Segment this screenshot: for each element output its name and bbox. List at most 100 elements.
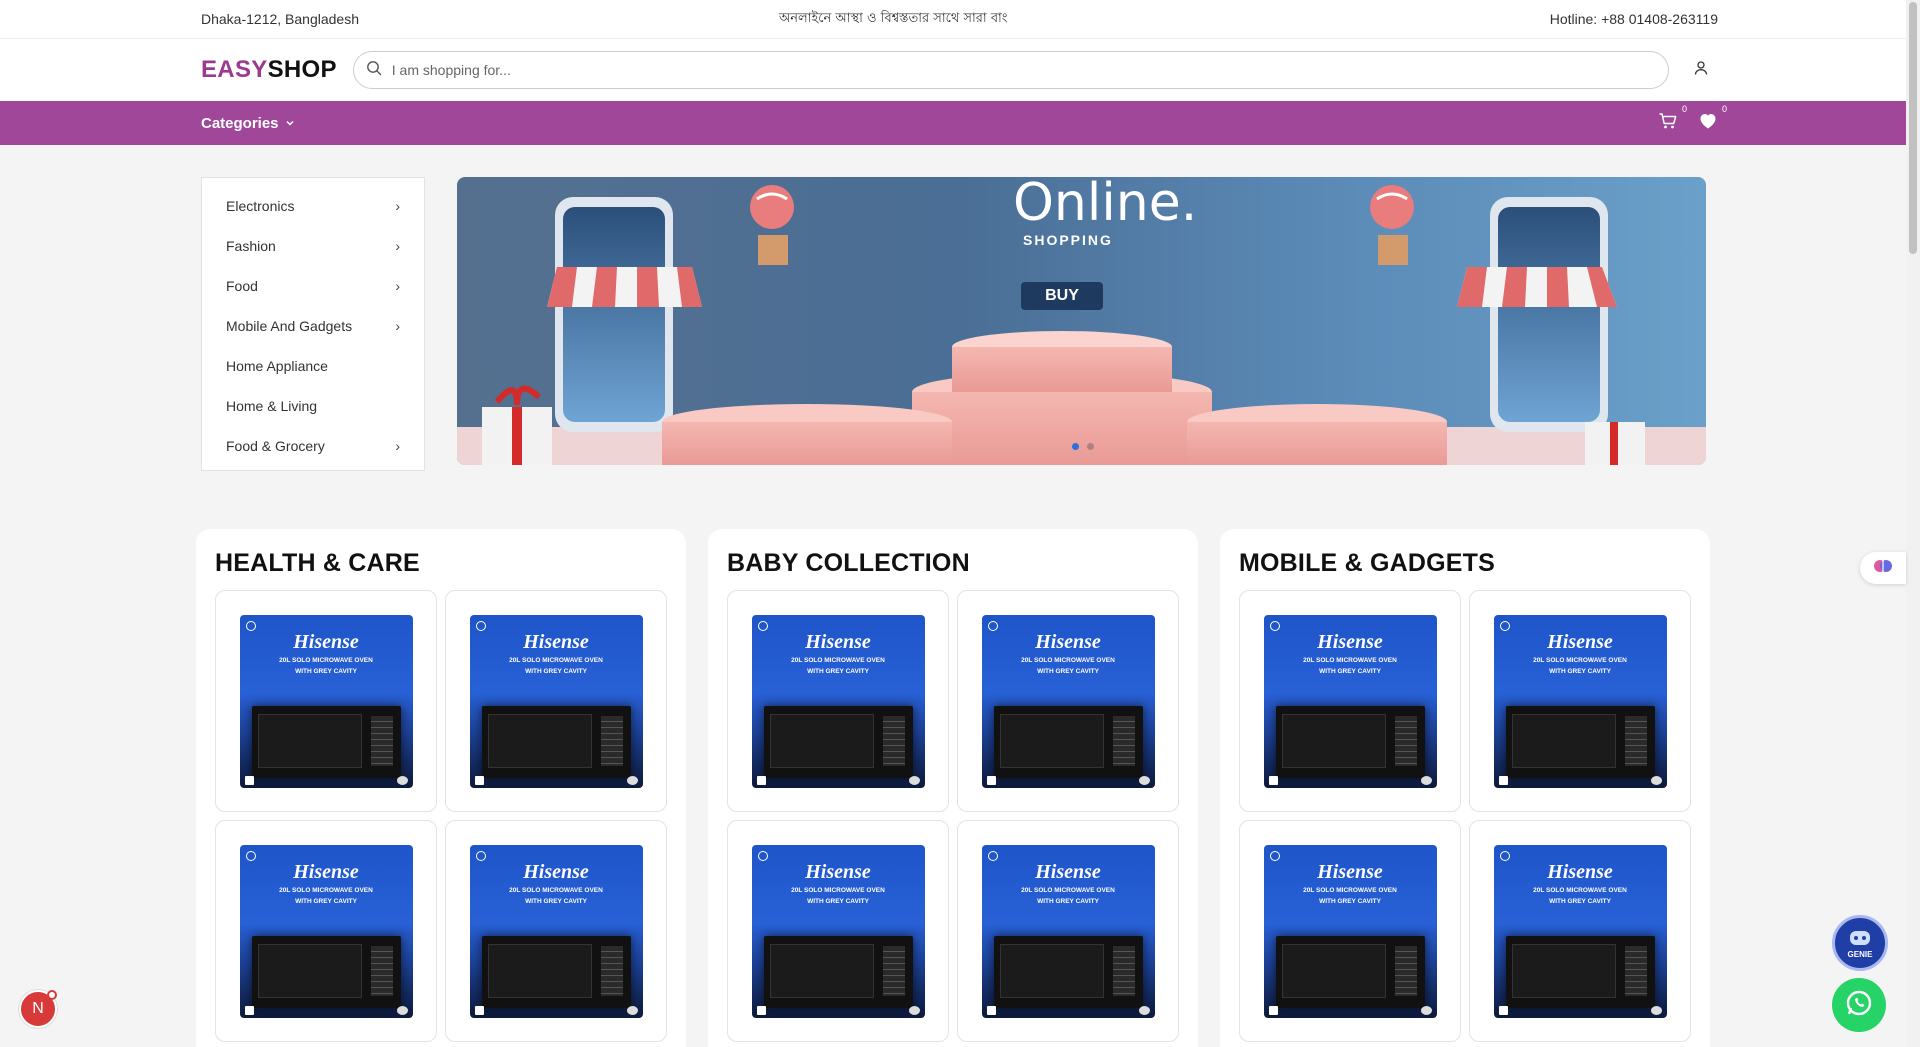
warranty-badge-icon [244,1005,254,1015]
chevron-right-icon: › [395,198,400,214]
product-desc-line2: WITH GREY CAVITY [525,897,587,905]
sidebar-item-label: Fashion [226,238,276,254]
product-card[interactable]: Hisense 20L SOLO MICROWAVE OVEN WITH GREY … [957,590,1179,812]
certification-badge-icon [396,775,408,785]
brand-mark-icon [245,850,256,861]
product-card[interactable]: Hisense 20L SOLO MICROWAVE OVEN WITH GREY … [1469,820,1691,1042]
wishlist-button[interactable]: 0 [1697,104,1727,136]
search-icon [366,60,382,81]
warranty-badge-icon [1498,775,1508,785]
sidebar-item-mobile-gadgets[interactable]: Mobile And Gadgets › [202,306,424,346]
product-card[interactable]: Hisense 20L SOLO MICROWAVE OVEN WITH GREY … [1469,590,1691,812]
banner-cta-button[interactable]: BUY [1021,287,1103,305]
site-logo[interactable]: EASYSHOP [201,56,337,84]
carousel-dot[interactable] [1087,443,1094,450]
carousel-dot-active[interactable] [1072,443,1079,450]
product-desc-line2: WITH GREY CAVITY [807,897,869,905]
heart-icon [1698,111,1718,136]
product-section: MOBILE & GADGETS Hisense 20L SOLO MICROWAV… [1220,529,1710,1047]
search-input[interactable] [391,62,1656,78]
certification-badge-icon [1650,775,1662,785]
sidebar-item-food-grocery[interactable]: Food & Grocery › [202,426,424,466]
page-scrollbar[interactable] [1906,0,1920,1047]
section-title: HEALTH & CARE [215,549,420,577]
genie-chat-button[interactable]: GENIE [1832,915,1888,971]
microwave-graphic [1275,935,1425,1008]
product-desc-line2: WITH GREY CAVITY [807,667,869,675]
certification-badge-icon [626,1005,638,1015]
product-card[interactable]: Hisense 20L SOLO MICROWAVE OVEN WITH GREY … [445,820,667,1042]
scrollbar-thumb[interactable] [1909,2,1917,254]
notification-initial: N [32,1000,44,1017]
chevron-right-icon: › [395,318,400,334]
sidebar-item-home-living[interactable]: Home & Living [202,386,424,426]
sidebar-item-electronics[interactable]: Electronics › [202,186,424,226]
product-image: Hisense 20L SOLO MICROWAVE OVEN WITH GREY … [239,614,413,788]
robot-icon [1847,928,1873,950]
product-card[interactable]: Hisense 20L SOLO MICROWAVE OVEN WITH GREY … [215,590,437,812]
product-brand: Hisense [1547,860,1613,883]
microwave-graphic [993,935,1143,1008]
product-brand: Hisense [1547,630,1613,653]
product-desc-line2: WITH GREY CAVITY [525,667,587,675]
sidebar-item-label: Mobile And Gadgets [226,318,353,334]
sidebar-item-fashion[interactable]: Fashion › [202,226,424,266]
sidebar-item-home-appliance[interactable]: Home Appliance [202,346,424,386]
product-brand: Hisense [1035,630,1101,653]
notification-avatar[interactable]: N [19,990,57,1028]
product-desc-line1: 20L SOLO MICROWAVE OVEN [1533,656,1627,664]
product-desc-line1: 20L SOLO MICROWAVE OVEN [1021,656,1115,664]
logo-part-easy: EASY [201,56,268,83]
cart-count: 0 [1681,104,1687,114]
category-sidebar: Electronics › Fashion › Food › Mobile An… [201,177,425,471]
microwave-graphic [251,935,401,1008]
categories-label: Categories [201,114,279,132]
product-grid: Hisense 20L SOLO MICROWAVE OVEN WITH GREY … [1239,590,1691,1042]
product-brand: Hisense [1317,860,1383,883]
product-brand: Hisense [293,630,359,653]
hotline-text: Hotline: +88 01408-263119 [1549,11,1718,27]
whatsapp-button[interactable] [1832,978,1886,1032]
ai-assistant-tab[interactable] [1860,552,1906,584]
cart-button[interactable]: 0 [1657,104,1687,134]
product-image: Hisense 20L SOLO MICROWAVE OVEN WITH GREY … [1493,614,1667,788]
brand-mark-icon [1269,620,1280,631]
product-section: BABY COLLECTION Hisense 20L SOLO MICROWAVE… [708,529,1198,1047]
brand-mark-icon [757,850,768,861]
hero-banner[interactable]: Online. SHOPPING BUY [457,177,1706,465]
product-card[interactable]: Hisense 20L SOLO MICROWAVE OVEN WITH GREY … [727,590,949,812]
microwave-graphic [481,935,631,1008]
product-card[interactable]: Hisense 20L SOLO MICROWAVE OVEN WITH GREY … [215,820,437,1042]
sidebar-item-label: Home Appliance [226,358,328,374]
product-image: Hisense 20L SOLO MICROWAVE OVEN WITH GREY … [469,844,643,1018]
sidebar-item-label: Electronics [226,198,295,214]
product-card[interactable]: Hisense 20L SOLO MICROWAVE OVEN WITH GREY … [445,590,667,812]
product-card[interactable]: Hisense 20L SOLO MICROWAVE OVEN WITH GREY … [1239,820,1461,1042]
warranty-badge-icon [1268,775,1278,785]
brand-mark-icon [757,620,768,631]
product-brand: Hisense [1035,860,1101,883]
wishlist-count: 0 [1721,104,1727,114]
account-button[interactable] [1683,52,1719,88]
brain-icon [1872,555,1894,582]
product-card[interactable]: Hisense 20L SOLO MICROWAVE OVEN WITH GREY … [727,820,949,1042]
product-card[interactable]: Hisense 20L SOLO MICROWAVE OVEN WITH GREY … [1239,590,1461,812]
product-desc-line2: WITH GREY CAVITY [1549,897,1611,905]
product-desc-line2: WITH GREY CAVITY [1037,667,1099,675]
certification-badge-icon [1650,1005,1662,1015]
sidebar-item-food[interactable]: Food › [202,266,424,306]
microwave-graphic [993,705,1143,778]
search-box[interactable] [352,51,1669,89]
banner-headline: Online. [1013,177,1198,233]
brand-mark-icon [245,620,256,631]
brand-mark-icon [1269,850,1280,861]
warranty-badge-icon [244,775,254,785]
microwave-graphic [763,705,913,778]
product-card[interactable]: Hisense 20L SOLO MICROWAVE OVEN WITH GREY … [957,820,1179,1042]
product-image: Hisense 20L SOLO MICROWAVE OVEN WITH GREY … [239,844,413,1018]
categories-dropdown[interactable]: Categories [201,115,295,132]
brand-mark-icon [475,850,486,861]
product-desc-line2: WITH GREY CAVITY [1037,897,1099,905]
warranty-badge-icon [986,775,996,785]
top-info-bar: Dhaka-1212, Bangladesh অনলাইনে আস্থা ও ব… [0,0,1920,39]
